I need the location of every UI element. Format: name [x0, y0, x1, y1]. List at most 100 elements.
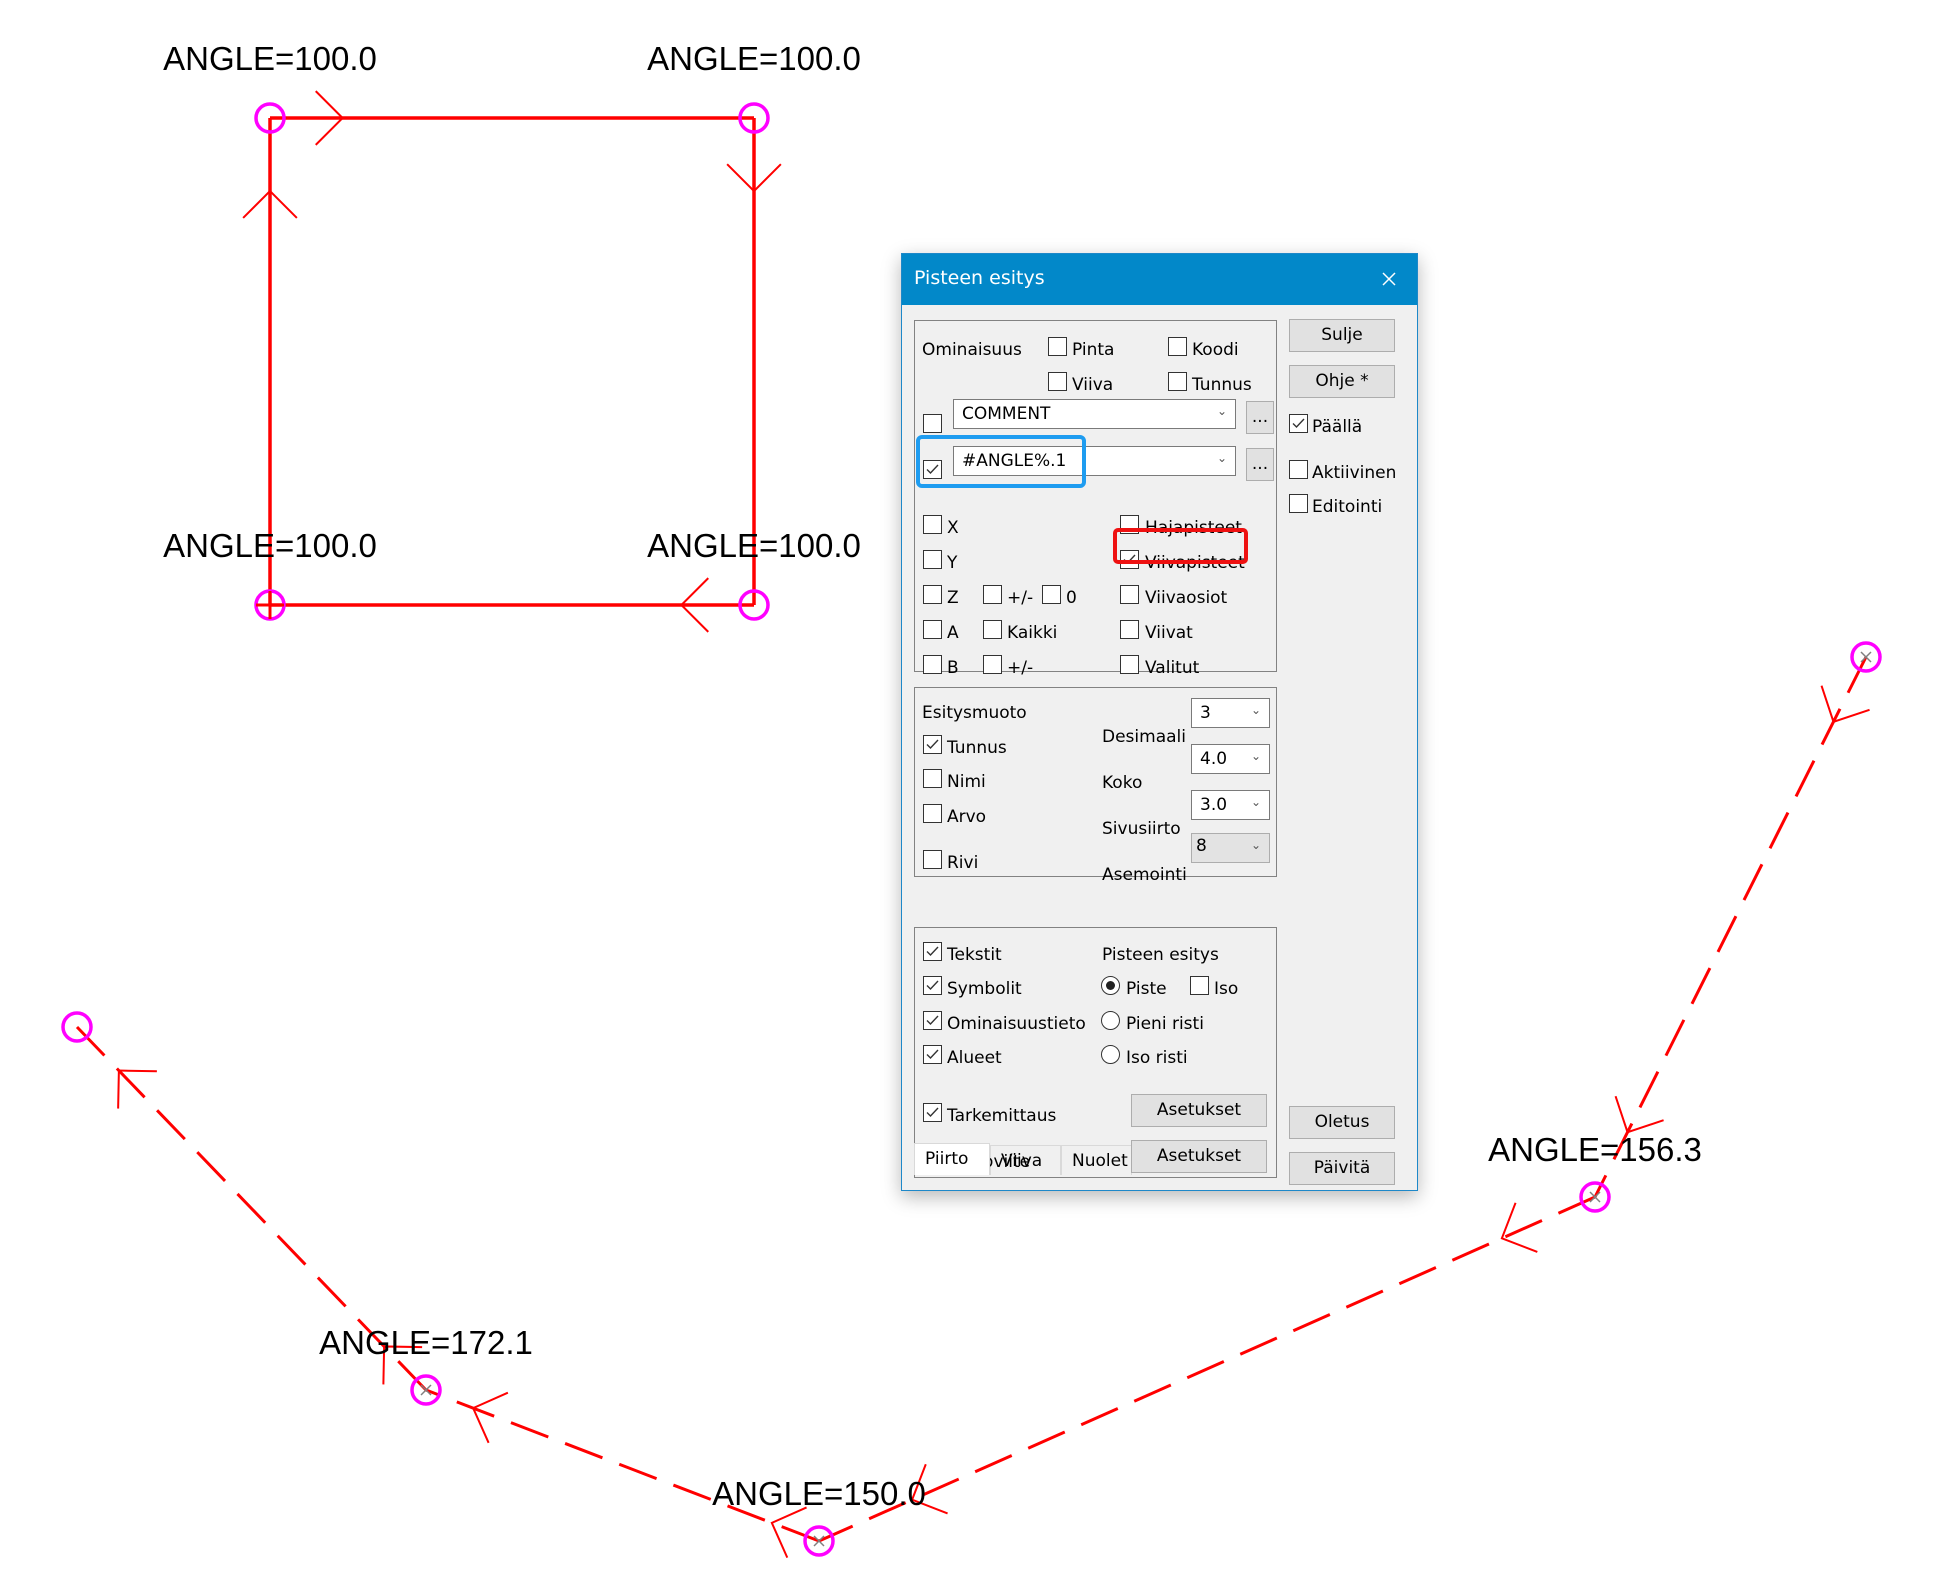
pisteen-esitys-label: Pisteen esitys: [1102, 945, 1219, 965]
pinta-checkbox[interactable]: [1048, 337, 1067, 356]
comment-attr-more-button[interactable]: ...: [1246, 401, 1274, 434]
z-checkbox[interactable]: [923, 585, 942, 604]
close-button[interactable]: [1369, 260, 1409, 298]
rivi-checkbox[interactable]: [923, 850, 942, 869]
nimi-checkbox[interactable]: [923, 769, 942, 788]
viivat-checkbox[interactable]: [1120, 620, 1139, 639]
b-plusminus-checkbox[interactable]: [983, 655, 1002, 674]
polyline-segment: [425, 1388, 820, 1543]
viivaosiot-checkbox[interactable]: [1120, 585, 1139, 604]
arvo-label: Arvo: [947, 807, 987, 827]
ominaisuus-label: Ominaisuus: [922, 340, 1022, 360]
pieni-risti-radio[interactable]: [1101, 1011, 1120, 1030]
y-checkbox[interactable]: [923, 550, 942, 569]
dialog-titlebar[interactable]: Pisteen esitys: [902, 254, 1417, 305]
asemointi-combo[interactable]: 8 ⌄: [1191, 833, 1270, 863]
koko-value: 4.0: [1200, 749, 1228, 769]
desimaali-label: Desimaali: [1102, 727, 1186, 747]
a-label: A: [947, 623, 959, 643]
chevron-down-icon: ⌄: [1250, 795, 1261, 809]
chevron-down-icon: ⌄: [1250, 749, 1261, 763]
koodi-label: Koodi: [1192, 340, 1239, 360]
tab-piirto[interactable]: Piirto: [914, 1143, 990, 1175]
comment-attr-value: COMMENT: [962, 404, 1051, 424]
tunnus-label: Tunnus: [1192, 375, 1252, 395]
angle-label: ANGLE=172.1: [319, 1324, 533, 1361]
editointi-label: Editointi: [1312, 497, 1383, 517]
tarkemittaus-asetukset-button[interactable]: Asetukset: [1131, 1094, 1267, 1127]
z-label: Z: [947, 588, 959, 608]
angle-label: ANGLE=156.3: [1488, 1131, 1702, 1168]
piste-label: Piste: [1126, 979, 1167, 999]
tarkemittaus-label: Tarkemittaus: [947, 1106, 1057, 1126]
ohje-button[interactable]: Ohje *: [1289, 365, 1395, 398]
direction-arrow-icon: [471, 1391, 509, 1444]
direction-arrow-icon: [770, 1506, 807, 1559]
aktiivinen-checkbox[interactable]: [1289, 460, 1308, 479]
x-checkbox[interactable]: [923, 515, 942, 534]
a-checkbox[interactable]: [923, 620, 942, 639]
oletus-button[interactable]: Oletus: [1289, 1106, 1395, 1139]
valitut-checkbox[interactable]: [1120, 655, 1139, 674]
iso-label: Iso: [1214, 979, 1239, 999]
z-zero-label: 0: [1066, 588, 1077, 608]
sulje-button[interactable]: Sulje: [1289, 319, 1395, 352]
b-label: B: [947, 658, 959, 678]
nimi-label: Nimi: [947, 772, 986, 792]
chevron-down-icon: ⌄: [1250, 703, 1261, 717]
iso-risti-radio[interactable]: [1101, 1045, 1120, 1064]
red-highlight-box: [1113, 528, 1248, 564]
angle-label: ANGLE=100.0: [647, 40, 861, 77]
chevron-down-icon: ⌄: [1216, 404, 1227, 418]
rivi-label: Rivi: [947, 853, 979, 873]
esitys-tunnus-checkbox[interactable]: [923, 735, 942, 754]
desimaali-combo[interactable]: 3 ⌄: [1191, 698, 1270, 728]
symbolit-label: Symbolit: [947, 979, 1022, 999]
comment-attr-combo[interactable]: COMMENT ⌄: [953, 399, 1236, 429]
ominaisuustieto-checkbox[interactable]: [923, 1011, 942, 1030]
sivusiirto-combo[interactable]: 3.0 ⌄: [1191, 790, 1270, 820]
alueet-label: Alueet: [947, 1048, 1002, 1068]
direction-arrow-icon: [1500, 1202, 1538, 1253]
viiva-label: Viiva: [1072, 375, 1114, 395]
iso-risti-label: Iso risti: [1126, 1048, 1188, 1068]
tarkemittaus-checkbox[interactable]: [923, 1103, 942, 1122]
koko-combo[interactable]: 4.0 ⌄: [1191, 744, 1270, 774]
viiva-checkbox[interactable]: [1048, 372, 1067, 391]
z-plusminus-checkbox[interactable]: [983, 585, 1002, 604]
ominaisuus-group: [914, 320, 1277, 672]
polyline-segment: [818, 1195, 1596, 1543]
comment-attr-checkbox[interactable]: [923, 414, 942, 433]
pinta-label: Pinta: [1072, 340, 1115, 360]
point-cross-icon: [1860, 651, 1872, 663]
angle-attr-more-button[interactable]: ...: [1246, 448, 1274, 481]
close-icon: [1382, 272, 1396, 286]
x-label: X: [947, 518, 959, 538]
paivita-button[interactable]: Päivitä: [1289, 1152, 1395, 1185]
viivaosiot-label: Viivaosiot: [1145, 588, 1228, 608]
kaikki-label: Kaikki: [1007, 623, 1058, 643]
b-checkbox[interactable]: [923, 655, 942, 674]
sivusiirto-label: Sivusiirto: [1102, 819, 1181, 839]
piste-radio[interactable]: [1101, 976, 1120, 995]
angle-label: ANGLE=100.0: [163, 40, 377, 77]
kaivoviite-asetukset-button[interactable]: Asetukset: [1131, 1140, 1267, 1173]
tekstit-label: Tekstit: [947, 945, 1002, 965]
checkmark-icon: [926, 1107, 939, 1118]
angle-label: ANGLE=100.0: [163, 527, 377, 564]
tekstit-checkbox[interactable]: [923, 942, 942, 961]
arvo-checkbox[interactable]: [923, 804, 942, 823]
koodi-checkbox[interactable]: [1168, 337, 1187, 356]
desimaali-value: 3: [1200, 703, 1211, 723]
kaikki-checkbox[interactable]: [983, 620, 1002, 639]
pisteen-esitys-dialog: Pisteen esitys Ominaisuus Pinta Koodi Vi…: [901, 253, 1418, 1191]
z-zero-checkbox[interactable]: [1042, 585, 1061, 604]
tunnus-checkbox[interactable]: [1168, 372, 1187, 391]
checkmark-icon: [1292, 418, 1305, 429]
paalla-checkbox[interactable]: [1289, 414, 1308, 433]
iso-checkbox[interactable]: [1190, 976, 1209, 995]
editointi-checkbox[interactable]: [1289, 494, 1308, 513]
koko-label: Koko: [1102, 773, 1143, 793]
alueet-checkbox[interactable]: [923, 1045, 942, 1064]
symbolit-checkbox[interactable]: [923, 976, 942, 995]
